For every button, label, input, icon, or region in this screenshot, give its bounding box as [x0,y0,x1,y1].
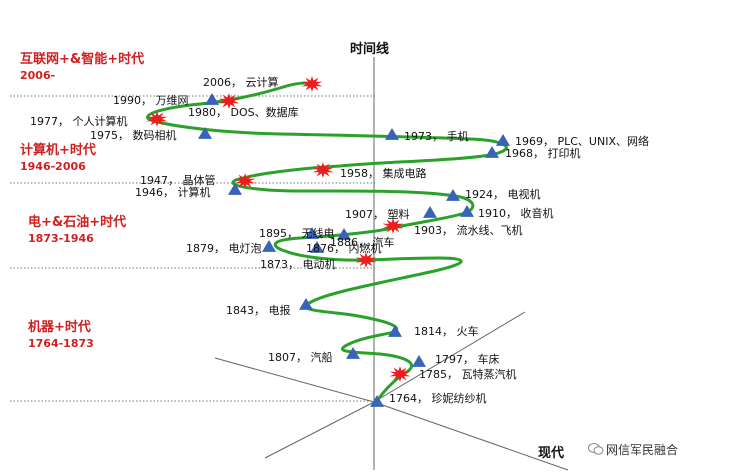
era-internet-name: 互联网+&智能+时代 [20,52,145,67]
milestone-triangle-marker [496,134,510,146]
milestone-label: 1814， 火车 [414,324,479,338]
milestone-label: 1873， 电动机 [260,257,336,271]
era-computer-range: 1946-2006 [20,160,86,173]
milestone-label: 1980， DOS、数据库 [188,105,299,119]
milestone-label: 1969， PLC、UNIX、网络 [515,134,649,148]
era-computer-name: 计算机+时代 [20,143,96,158]
era-electricity-range: 1873-1946 [28,232,94,245]
milestone-triangle-marker [388,325,402,337]
chat-bubble-icon [588,443,604,455]
milestone-triangle-marker [385,128,399,140]
milestone-label: 1903， 流水线、飞机 [414,223,523,237]
era-machine: 机器+时代 1764-1873 [28,320,94,351]
watermark-text: 网信军民融合 [606,443,679,457]
vertical-axis-title: 时间线 [350,42,390,57]
milestone-star-marker [389,366,411,382]
milestone-triangle-marker [205,93,219,105]
milestone-triangle-marker [423,206,437,218]
milestone-star-marker [312,162,334,178]
era-computer: 计算机+时代 1946-2006 [20,143,96,174]
era-electricity: 电+&石油+时代 1873-1946 [28,215,126,246]
milestone-triangle-marker [299,298,313,310]
milestone-label: 1975， 数码相机 [90,128,177,142]
milestone-label: 1990， 万维网 [113,94,189,107]
era-internet: 互联网+&智能+时代 2006- [20,52,144,83]
milestone-label: 1910， 收音机 [478,206,554,220]
horizontal-axis-title: 现代 [538,446,565,461]
milestone-label: 1958， 集成电路 [340,166,427,180]
milestone-label: 2006， 云计算 [203,75,279,89]
milestone-label: 1973， 手机 [404,129,469,143]
milestone-label: 1895， 无线电 [259,226,335,240]
era-machine-range: 1764-1873 [28,337,94,350]
era-internet-range: 2006- [20,69,56,82]
milestone-label: 1764， 珍妮纺纱机 [389,391,487,405]
milestone-label: 1807， 汽船 [268,350,333,364]
era-machine-name: 机器+时代 [28,320,91,335]
milestone-label: 1946， 计算机 [135,185,211,199]
left-diagonal-axis [214,357,375,403]
milestone-label: 1907， 塑料 [345,207,410,221]
milestone-label: 1785， 瓦特蒸汽机 [419,367,517,381]
milestone-label: 1977， 个人计算机 [30,114,128,128]
milestone-label: 1843， 电报 [226,303,291,317]
milestone-label: 1947， 晶体管 [140,173,216,187]
milestone-label: 1876， 内燃机 [306,241,382,255]
milestone-triangle-marker [412,355,426,367]
lower-left-axis [264,401,375,459]
milestone-label: 1924， 电视机 [465,187,541,201]
era-electricity-name: 电+&石油+时代 [28,215,127,230]
milestone-label: 1797， 车床 [435,352,500,366]
milestone-label: 1879， 电灯泡 [186,241,262,255]
milestone-label: 1968， 打印机 [505,146,581,160]
